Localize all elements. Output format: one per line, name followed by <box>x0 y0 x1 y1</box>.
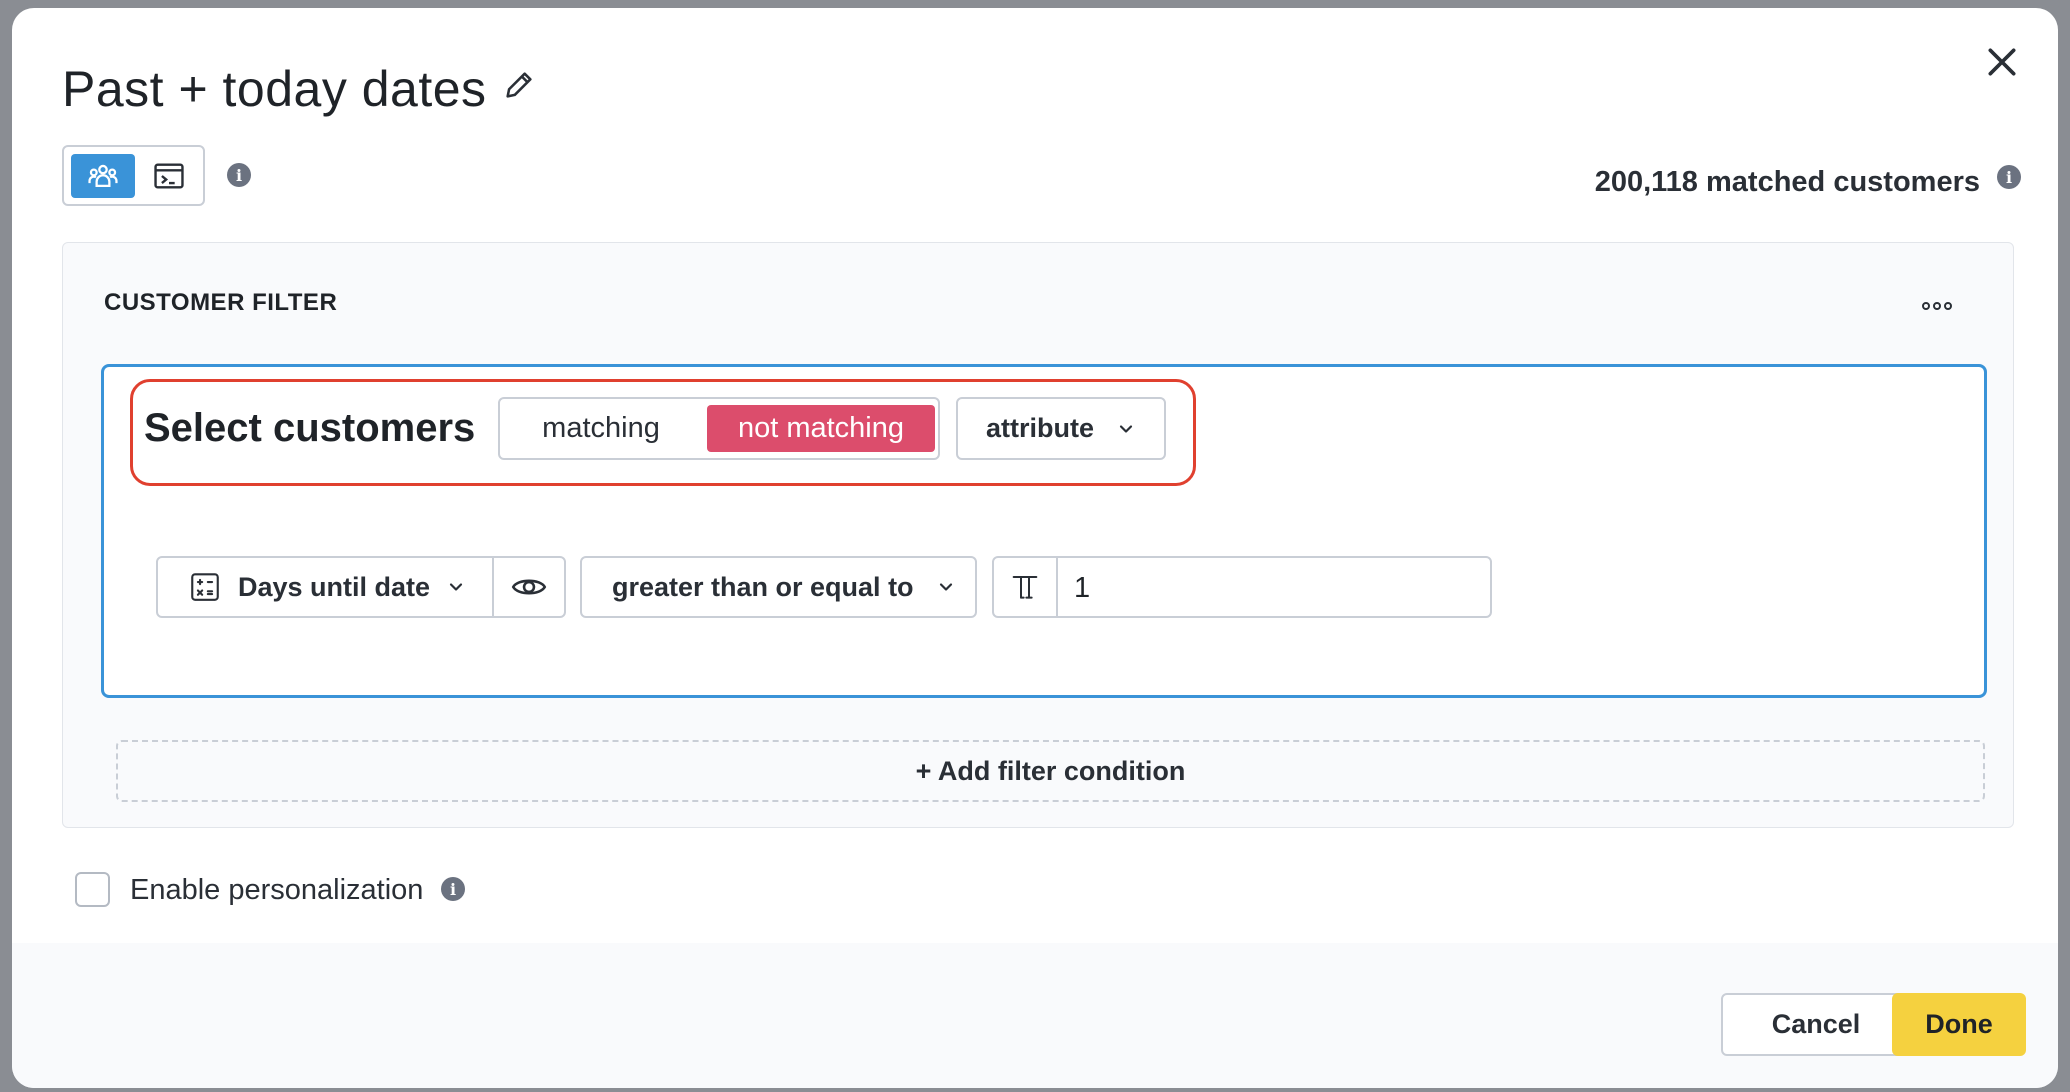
mode-toggle <box>62 145 205 206</box>
value-type-button[interactable] <box>994 558 1058 616</box>
eye-icon <box>511 579 547 595</box>
edit-icon[interactable] <box>502 68 536 102</box>
customer-filter-label: CUSTOMER FILTER <box>104 289 338 316</box>
field-select[interactable]: Days until date <box>158 558 494 616</box>
operator-select-value: greater than or equal to <box>612 571 914 602</box>
calculator-icon <box>191 573 219 601</box>
field-select-value: Days until date <box>238 571 431 602</box>
terminal-icon <box>154 163 184 189</box>
audience-icon <box>88 164 118 188</box>
condition-field-select: Days until date <box>156 556 566 618</box>
code-mode-button[interactable] <box>137 154 201 198</box>
info-icon[interactable]: i <box>441 877 465 901</box>
chevron-down-icon <box>1119 424 1133 433</box>
close-icon[interactable] <box>1982 42 2022 82</box>
info-icon[interactable]: i <box>1997 165 2021 189</box>
visual-mode-button[interactable] <box>71 154 135 198</box>
modal-title: Past + today dates <box>62 61 487 117</box>
info-icon[interactable]: i <box>227 163 251 187</box>
text-type-icon <box>1012 576 1038 599</box>
chevron-down-icon <box>449 583 463 591</box>
matched-count: 200,118 <box>1594 166 1698 198</box>
condition-value-input[interactable] <box>1058 558 1506 618</box>
scope-select[interactable]: attribute <box>956 397 1166 460</box>
enable-personalization-label: Enable personalization <box>130 874 424 906</box>
condition-value-field <box>992 556 1506 618</box>
matched-customers: 200,118 matched customers <box>1595 166 1980 199</box>
enable-personalization-checkbox[interactable] <box>75 872 110 907</box>
add-filter-condition-button[interactable]: + Add filter condition <box>116 740 1985 802</box>
select-customers-label: Select customers <box>144 406 476 450</box>
match-toggle: matching not matching <box>498 397 940 460</box>
scope-select-value: attribute <box>986 413 1094 443</box>
chevron-down-icon <box>939 583 952 591</box>
segment-modal: Past + today dates i 200,118 matched cus… <box>12 8 2058 1088</box>
operator-select[interactable]: greater than or equal to <box>580 556 977 618</box>
cancel-button[interactable]: Cancel <box>1721 993 1911 1056</box>
matching-option[interactable]: matching <box>506 405 696 452</box>
matched-label: matched customers <box>1706 166 1980 198</box>
more-icon[interactable] <box>1922 296 1964 316</box>
done-button[interactable]: Done <box>1892 993 2026 1056</box>
preview-button[interactable] <box>494 558 564 616</box>
not-matching-option[interactable]: not matching <box>707 405 935 452</box>
